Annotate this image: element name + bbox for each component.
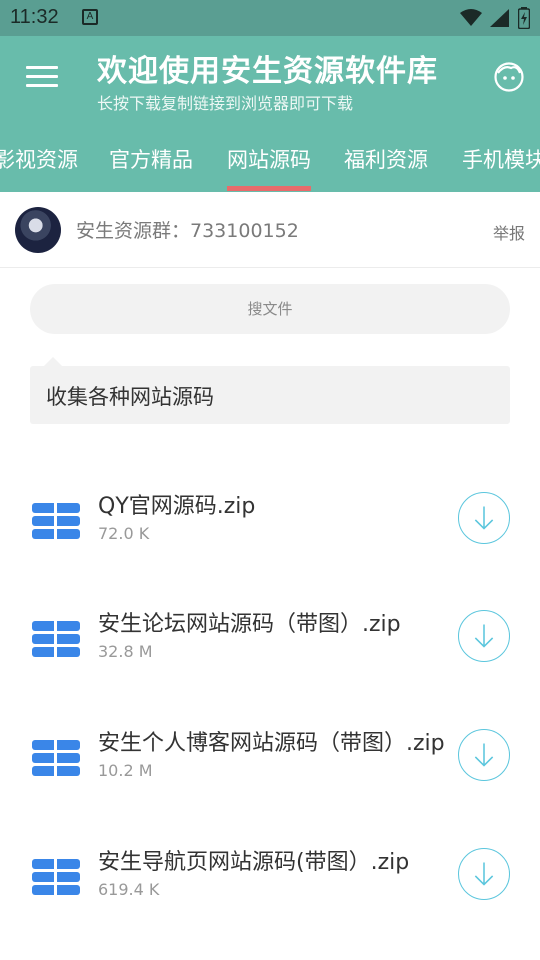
file-name: 安生论坛网站源码（带图）.zip [98, 612, 401, 637]
download-icon[interactable] [458, 729, 510, 781]
page-title: 欢迎使用安生资源软件库 [97, 54, 438, 89]
download-icon[interactable] [458, 492, 510, 544]
description-text: 收集各种网站源码 [46, 385, 214, 409]
hamburger-menu-icon[interactable] [26, 66, 58, 92]
file-name: 安生导航页网站源码(带图）.zip [98, 850, 410, 875]
download-icon[interactable] [458, 848, 510, 900]
download-icon[interactable] [458, 610, 510, 662]
tab-label: 影视资源 [0, 148, 78, 172]
tab-phone-modules[interactable]: 手机模块 [462, 144, 540, 174]
tab-welfare[interactable]: 福利资源 [344, 144, 428, 174]
file-item[interactable]: 安生导航页网站源码(带图）.zip 619.4 K [0, 818, 540, 918]
page-subtitle: 长按下载复制链接到浏览器即可下载 [97, 94, 354, 113]
system-icons [460, 6, 530, 30]
archive-file-icon [32, 740, 80, 776]
tab-official[interactable]: 官方精品 [109, 144, 193, 174]
archive-file-icon [32, 503, 80, 539]
app-header: 欢迎使用安生资源软件库 长按下载复制链接到浏览器即可下载 影视资源 官方精品 网… [0, 36, 540, 192]
avatar[interactable] [15, 207, 61, 253]
tab-label: 官方精品 [109, 148, 193, 172]
group-info-row: 安生资源群：733100152 举报 [0, 192, 540, 268]
tab-label: 福利资源 [344, 148, 428, 172]
file-name: 安生个人博客网站源码（带图）.zip [98, 731, 445, 756]
tab-website-source[interactable]: 网站源码 [227, 144, 311, 191]
file-size: 10.2 M [98, 761, 153, 780]
status-time: 11:32 [10, 6, 59, 28]
tab-movies[interactable]: 影视资源 [0, 144, 78, 174]
face-icon[interactable] [494, 62, 524, 92]
status-bar: 11:32 A [0, 0, 540, 36]
report-button[interactable]: 举报 [493, 220, 525, 244]
tab-label: 手机模块 [462, 148, 540, 172]
tab-label: 网站源码 [227, 148, 311, 172]
file-item[interactable]: QY官网源码.zip 72.0 K [0, 462, 540, 562]
file-size: 72.0 K [98, 524, 150, 543]
archive-file-icon [32, 859, 80, 895]
group-number-text: 安生资源群：733100152 [76, 220, 299, 242]
file-item[interactable]: 安生论坛网站源码（带图）.zip 32.8 M [0, 580, 540, 680]
file-size: 619.4 K [98, 880, 160, 899]
description-bubble: 收集各种网站源码 [30, 357, 510, 424]
archive-file-icon [32, 621, 80, 657]
battery-charging-icon [518, 7, 530, 29]
file-name: QY官网源码.zip [98, 494, 256, 519]
file-size: 32.8 M [98, 642, 153, 661]
category-tabs: 影视资源 官方精品 网站源码 福利资源 手机模块 [0, 136, 540, 192]
search-input[interactable]: 搜文件 [30, 284, 510, 334]
signal-icon [490, 9, 509, 27]
file-item[interactable]: 安生个人博客网站源码（带图）.zip 10.2 M [0, 699, 540, 799]
active-tab-indicator [227, 186, 311, 191]
a-notification-icon: A [82, 9, 98, 25]
wifi-icon [460, 9, 482, 26]
